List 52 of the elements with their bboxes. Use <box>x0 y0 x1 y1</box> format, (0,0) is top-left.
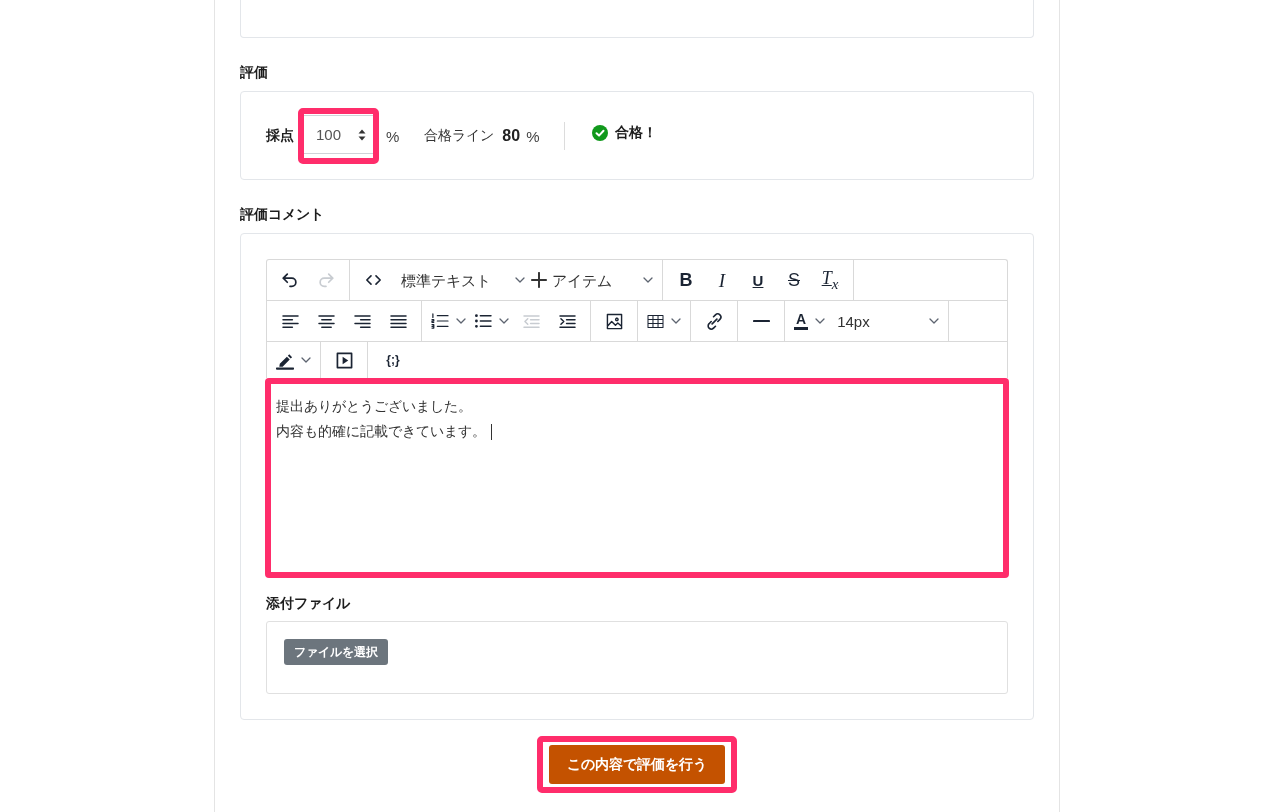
table-grid-icon <box>647 313 664 329</box>
bullet-list-icon <box>474 313 492 329</box>
italic-button[interactable]: I <box>704 263 740 297</box>
choose-file-button[interactable]: ファイルを選択 <box>284 639 388 665</box>
score-label: 採点 <box>266 127 294 145</box>
numbered-list-icon <box>431 313 449 329</box>
bold-button[interactable]: B <box>668 263 704 297</box>
align-right-icon <box>353 313 371 329</box>
comment-editor[interactable]: 提出ありがとうございました。 内容も的確に記載できています。 <box>265 378 1009 578</box>
horizontal-line-icon <box>752 319 770 323</box>
percent-unit: % <box>526 127 540 145</box>
redo-icon <box>317 271 335 289</box>
comment-text: 内容も的確に記載できています。 <box>276 422 486 441</box>
attachment-heading: 添付ファイル <box>266 595 351 612</box>
submit-evaluation-button[interactable]: この内容で評価を行う <box>549 745 725 784</box>
play-square-icon <box>335 351 353 369</box>
caret-icon <box>515 277 525 283</box>
insert-item-dropdown[interactable]: アイテム <box>529 263 657 297</box>
file-drop-area[interactable]: ファイルを選択 <box>266 621 1008 694</box>
image-icon <box>605 312 623 330</box>
spinner-icon[interactable] <box>358 128 366 141</box>
section-heading: 評価 <box>240 64 269 81</box>
section-heading: 評価コメント <box>240 206 325 223</box>
caret-icon <box>456 318 466 324</box>
strikethrough-button[interactable]: S <box>776 263 812 297</box>
result-label: 合格！ <box>615 124 658 142</box>
undo-icon <box>281 271 299 289</box>
caret-icon <box>815 318 826 324</box>
chain-link-icon <box>704 311 724 331</box>
percent-unit: % <box>386 127 400 145</box>
plus-icon <box>531 272 547 288</box>
align-center-icon <box>317 313 335 329</box>
code-snippet-button[interactable]: {;} <box>375 343 411 377</box>
caret-icon <box>643 277 653 283</box>
comment-text: 提出ありがとうございました。 <box>276 397 472 416</box>
caret-icon <box>499 318 509 324</box>
outdent-icon <box>522 313 540 329</box>
justify-icon <box>389 313 407 329</box>
font-size-dropdown[interactable]: 14px <box>833 304 944 338</box>
underline-button[interactable]: U <box>740 263 776 297</box>
clear-format-button[interactable]: T$_{x}$ <box>812 263 848 297</box>
align-left-icon <box>281 313 299 329</box>
caret-icon <box>929 318 940 324</box>
pass-line-label: 合格ライン <box>424 127 495 145</box>
caret-icon <box>301 357 311 363</box>
pass-line-value: 80 <box>502 127 521 145</box>
font-color-button[interactable]: A <box>790 304 830 338</box>
text-style-dropdown[interactable]: 標準テキスト <box>397 263 529 297</box>
code-brackets-icon <box>365 275 381 285</box>
caret-icon <box>671 318 681 324</box>
score-input[interactable]: 100 <box>304 115 373 154</box>
indent-icon <box>558 313 576 329</box>
